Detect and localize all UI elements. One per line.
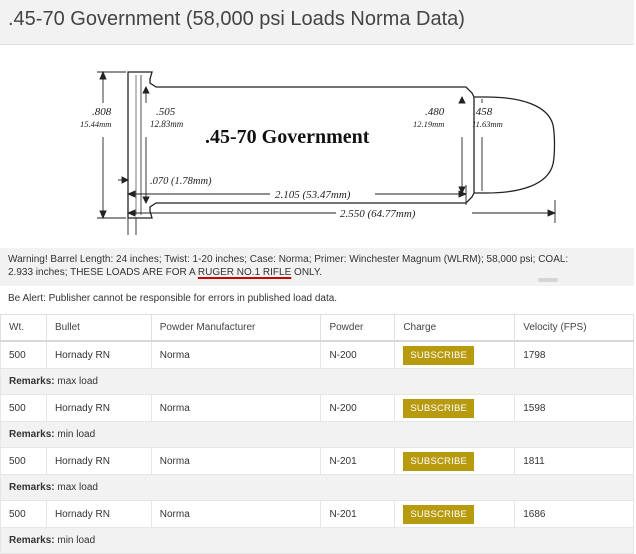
cell-powder-manufacturer: Norma [150, 447, 322, 475]
cell-wt: 500 [0, 500, 47, 528]
remarks-cell: Remarks: min load [0, 527, 634, 554]
cartridge-diagram: .808 15.44mm .505 12.83mm .45-70 Governm… [0, 45, 636, 245]
remarks-row: Remarks: max load [0, 368, 634, 395]
cartridge-drawing: .808 15.44mm .505 12.83mm .45-70 Governm… [80, 70, 557, 235]
remarks-cell: Remarks: max load [0, 474, 634, 501]
subscribe-button[interactable]: SUBSCRIBE [403, 398, 475, 418]
dim-base-mm: 12.83mm [150, 119, 184, 129]
remarks-value: max load [57, 482, 98, 493]
cartridge-name: .45-70 Government [205, 126, 370, 148]
table-row: 500 Hornady RN Norma N-201 SUBSCRIBE 168… [0, 500, 634, 528]
table-header-row: Wt. Bullet Powder Manufacturer Powder Ch… [0, 314, 634, 342]
cell-powder: N-201 [320, 447, 396, 475]
dim-neck-mm: 12.19mm [413, 119, 444, 129]
col-header-powder: Powder [320, 314, 396, 342]
smudge-mark [538, 278, 558, 282]
remarks-value: min load [57, 535, 96, 546]
cell-charge: SUBSCRIBE [394, 394, 516, 422]
table-row: 500 Hornady RN Norma N-200 SUBSCRIBE 179… [0, 340, 634, 369]
subscribe-button[interactable]: SUBSCRIBE [403, 345, 475, 365]
cell-charge: SUBSCRIBE [394, 340, 516, 369]
col-header-charge: Charge [394, 314, 516, 342]
remarks-label: Remarks: [9, 429, 55, 440]
cell-charge: SUBSCRIBE [394, 447, 516, 475]
dim-rim-in: .808 [92, 106, 112, 118]
cell-wt: 500 [0, 340, 47, 369]
dim-base-in: .505 [156, 106, 176, 118]
cell-bullet: Hornady RN [45, 394, 152, 422]
col-header-wt: Wt. [0, 314, 47, 342]
cell-powder: N-201 [320, 500, 396, 528]
remarks-label: Remarks: [9, 376, 55, 387]
cell-bullet: Hornady RN [45, 500, 152, 528]
cell-bullet: Hornady RN [45, 447, 152, 475]
table-row: 500 Hornady RN Norma N-201 SUBSCRIBE 181… [0, 447, 634, 475]
load-data-table: Wt. Bullet Powder Manufacturer Powder Ch… [0, 314, 634, 554]
remarks-cell: Remarks: max load [0, 368, 634, 395]
page-title: .45-70 Government (58,000 psi Loads Norm… [8, 8, 465, 30]
remarks-value: min load [57, 429, 96, 440]
alert-text: Be Alert: Publisher cannot be responsibl… [8, 293, 338, 304]
subscribe-button[interactable]: SUBSCRIBE [403, 451, 475, 471]
dim-overall-length: 2.550 (64.77mm) [340, 208, 416, 220]
warning-text: Warning! Barrel Length: 24 inches; Twist… [0, 253, 634, 279]
col-header-velocity: Velocity (FPS) [514, 314, 634, 342]
cell-wt: 500 [0, 394, 47, 422]
remarks-row: Remarks: max load [0, 474, 634, 501]
cell-velocity: 1598 [514, 394, 634, 422]
dim-bullet-mm: 11.63mm [472, 119, 503, 129]
table-row: 500 Hornady RN Norma N-200 SUBSCRIBE 159… [0, 394, 634, 422]
dim-rim-thickness: .070 (1.78mm) [150, 176, 212, 187]
col-header-powder-manufacturer: Powder Manufacturer [150, 314, 322, 342]
cell-powder: N-200 [320, 340, 396, 369]
remarks-row: Remarks: min load [0, 421, 634, 448]
remarks-cell: Remarks: min load [0, 421, 634, 448]
col-header-bullet: Bullet [45, 314, 152, 342]
cell-powder-manufacturer: Norma [150, 500, 322, 528]
page-title-bar: .45-70 Government (58,000 psi Loads Norm… [0, 0, 634, 45]
cell-charge: SUBSCRIBE [394, 500, 516, 528]
remarks-value: max load [57, 376, 98, 387]
dim-case-length: 2.105 (53.47mm) [275, 189, 351, 201]
cell-powder-manufacturer: Norma [150, 340, 322, 369]
cell-bullet: Hornady RN [45, 340, 152, 369]
cell-velocity: 1811 [514, 447, 634, 475]
warning-text-end: ONLY. [291, 267, 323, 278]
remarks-row: Remarks: min load [0, 527, 634, 554]
cell-powder-manufacturer: Norma [150, 394, 322, 422]
dim-bullet-in: .458 [473, 106, 493, 118]
cell-velocity: 1798 [514, 340, 634, 369]
remarks-label: Remarks: [9, 482, 55, 493]
cell-velocity: 1686 [514, 500, 634, 528]
subscribe-button[interactable]: SUBSCRIBE [403, 504, 475, 524]
cell-powder: N-200 [320, 394, 396, 422]
remarks-label: Remarks: [9, 535, 55, 546]
cell-wt: 500 [0, 447, 47, 475]
dim-neck-in: .480 [425, 106, 445, 118]
dim-rim-mm: 15.44mm [80, 119, 111, 129]
warning-rifle-highlight: RUGER NO.1 RIFLE [197, 267, 292, 278]
